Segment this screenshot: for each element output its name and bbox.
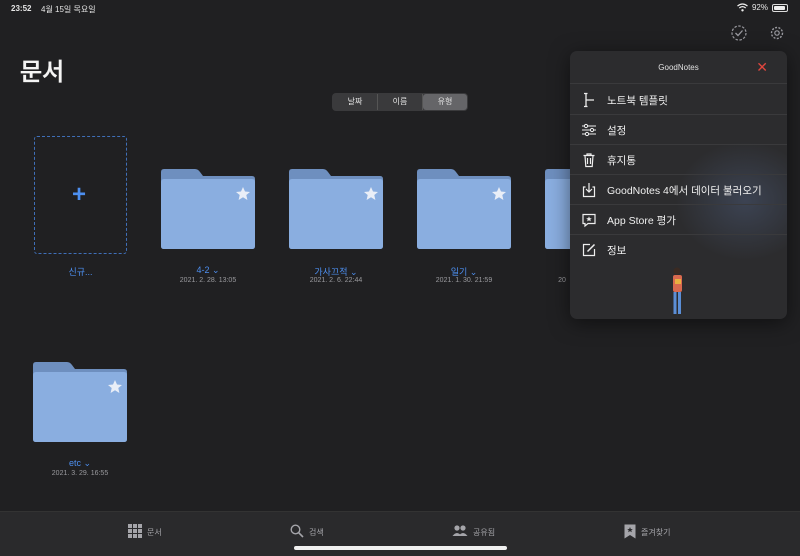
folder-icon xyxy=(33,362,127,442)
top-actions xyxy=(730,24,786,42)
tab-label: 공유됨 xyxy=(473,527,496,537)
chevron-down-icon: ⌄ xyxy=(350,267,358,277)
status-date: 4월 15일 목요일 xyxy=(41,5,96,14)
folder-name[interactable]: etc ⌄ xyxy=(15,458,145,469)
gear-icon[interactable] xyxy=(768,24,786,42)
menu-item-label: 휴지통 xyxy=(607,154,636,167)
menu-item-label: 설정 xyxy=(607,124,627,137)
trash-icon xyxy=(581,152,597,168)
tab-label: 즐겨찾기 xyxy=(641,528,671,537)
plus-icon: + xyxy=(72,181,87,208)
person-illustration xyxy=(672,267,682,316)
info-edit-icon xyxy=(581,242,597,258)
sort-option-type[interactable]: 유형 xyxy=(423,94,467,110)
template-icon xyxy=(581,92,597,108)
popover-title: GoodNotes xyxy=(658,63,699,72)
menu-item-settings[interactable]: 설정 xyxy=(570,115,787,145)
folder-date: 2021. 2. 28. 13:05 xyxy=(179,277,237,284)
folder-date: 2021. 3. 29. 16:55 xyxy=(51,470,109,477)
folder-date: 2021. 2. 6. 22:44 xyxy=(309,277,363,284)
x-icon[interactable]: ✕ xyxy=(756,59,768,76)
chevron-down-icon: ⌄ xyxy=(211,265,220,275)
tab-documents[interactable]: 문서 xyxy=(128,524,162,540)
bookmark-star-icon xyxy=(624,524,636,541)
home-indicator xyxy=(294,546,507,550)
people-icon xyxy=(452,524,468,540)
menu-item-notebook-templates[interactable]: 노트북 템플릿 xyxy=(570,85,787,115)
search-icon xyxy=(290,524,304,540)
folder-diary[interactable] xyxy=(417,169,511,249)
menu-item-rate-app-store[interactable]: App Store 평가 xyxy=(570,205,787,235)
tab-shared[interactable]: 공유됨 xyxy=(452,524,495,540)
tab-favorites[interactable]: 즐겨찾기 xyxy=(624,524,670,541)
sliders-icon xyxy=(581,122,597,138)
star-bubble-icon xyxy=(581,212,597,228)
folder-icon xyxy=(289,169,383,249)
status-time: 23:52 xyxy=(11,4,32,13)
menu-item-trash[interactable]: 휴지통 xyxy=(570,145,787,175)
chevron-down-icon: ⌄ xyxy=(469,267,478,277)
status-bar: 23:52 4월 15일 목요일 92% xyxy=(0,0,800,16)
menu-item-label: App Store 평가 xyxy=(607,214,676,227)
import-icon xyxy=(581,182,597,198)
goodnotes-menu-popover: GoodNotes ✕ 노트북 템플릿 설정 휴지통 GoodNotes 4에서… xyxy=(570,51,787,319)
menu-item-import-goodnotes4[interactable]: GoodNotes 4에서 데이터 불러오기 xyxy=(570,175,787,205)
menu-item-label: 노트북 템플릿 xyxy=(607,94,668,107)
folder-etc[interactable] xyxy=(33,362,127,442)
grid-icon xyxy=(128,524,142,540)
tab-label: 검색 xyxy=(309,527,324,537)
folder-name[interactable]: 4-2 ⌄ xyxy=(143,265,273,276)
menu-item-about[interactable]: 정보 xyxy=(570,235,787,265)
menu-item-label: 정보 xyxy=(607,244,627,257)
tab-search[interactable]: 검색 xyxy=(290,524,324,540)
folder-partial[interactable] xyxy=(545,169,571,249)
folder-lyrics[interactable] xyxy=(289,169,383,249)
sort-segmented-control: 날짜 이름 유형 xyxy=(332,93,468,111)
folder-4-2[interactable] xyxy=(161,169,255,249)
menu-item-label: GoodNotes 4에서 데이터 불러오기 xyxy=(607,184,762,197)
select-check-icon[interactable] xyxy=(730,24,748,42)
new-document-button[interactable]: + xyxy=(34,136,127,254)
wifi-icon xyxy=(737,3,748,12)
page-title: 문서 xyxy=(20,59,65,86)
popover-header: GoodNotes ✕ xyxy=(570,51,787,84)
battery-percent: 92% xyxy=(751,3,768,12)
status-right: 92% xyxy=(737,3,788,12)
folder-icon xyxy=(417,169,511,249)
battery-icon xyxy=(772,3,788,12)
sort-option-name[interactable]: 이름 xyxy=(378,94,423,110)
sort-option-date[interactable]: 날짜 xyxy=(333,94,378,110)
folder-icon xyxy=(161,169,255,249)
new-document-label[interactable]: 신규... xyxy=(34,265,127,278)
tab-label: 문서 xyxy=(147,527,162,537)
folder-icon xyxy=(545,169,571,249)
chevron-down-icon: ⌄ xyxy=(83,458,92,468)
